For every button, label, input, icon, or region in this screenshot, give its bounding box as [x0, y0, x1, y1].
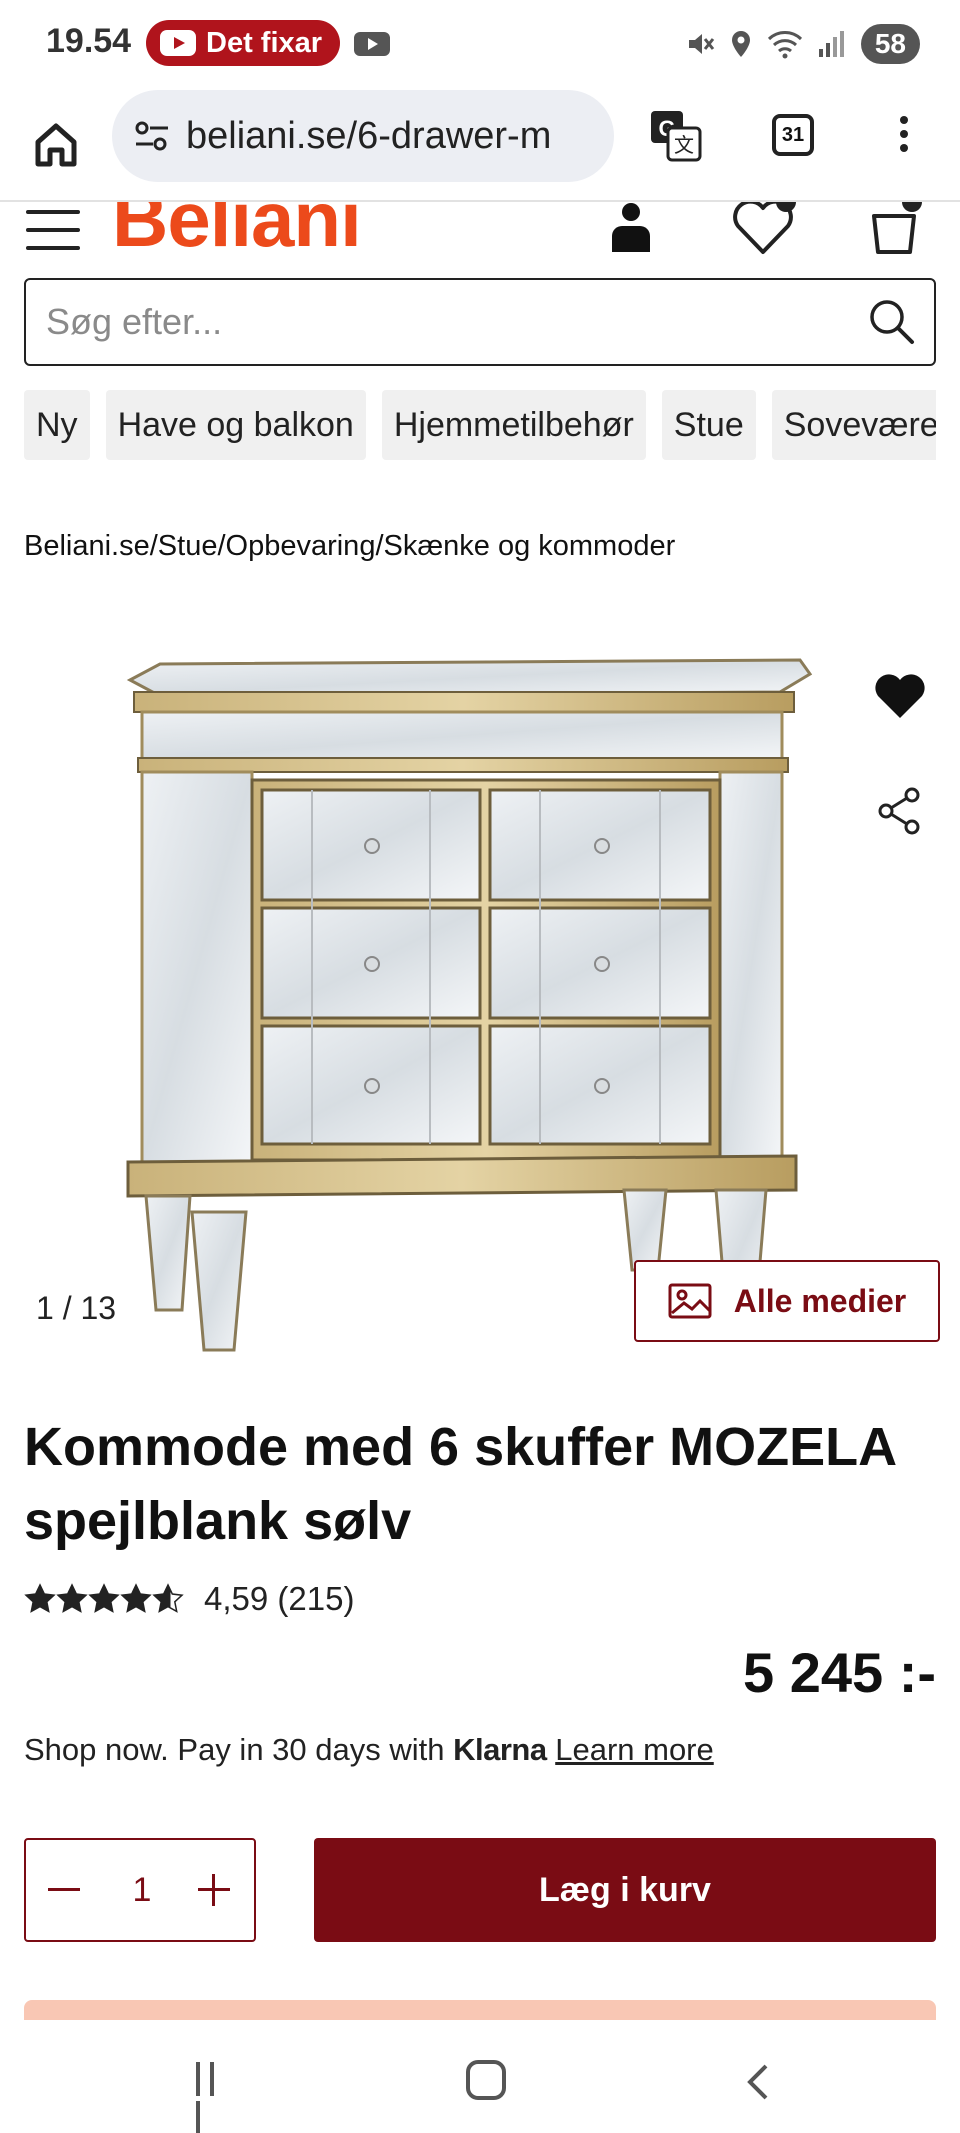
- notification-pill-label: Det fixar: [206, 26, 323, 59]
- quantity-increase-button[interactable]: [186, 1862, 242, 1918]
- product-gallery: 1 / 13 Alle medier: [0, 620, 960, 1360]
- beliani-logo[interactable]: Beliani: [112, 202, 362, 265]
- star-icon: [24, 1583, 56, 1613]
- youtube-notification-pill[interactable]: Det fixar: [146, 20, 340, 66]
- status-time: 19.54: [46, 22, 132, 60]
- search-box: [24, 278, 936, 366]
- hamburger-menu-icon[interactable]: [26, 210, 80, 250]
- star-icon: [152, 1583, 184, 1613]
- search-icon[interactable]: [866, 296, 916, 346]
- browser-toolbar: beliani.se/6-drawer-m G文 31: [0, 88, 960, 202]
- location-icon: [731, 31, 750, 57]
- cart-icon[interactable]: [866, 202, 922, 256]
- star-icon: [56, 1583, 88, 1613]
- category-chip-have-og-balkon[interactable]: Have og balkon: [105, 390, 366, 460]
- site-header: Beliani: [0, 202, 960, 278]
- mute-icon: [688, 34, 715, 54]
- url-text: beliani.se/6-drawer-m: [186, 114, 552, 157]
- rating-text: 4,59 (215): [204, 1580, 355, 1617]
- image-gallery-icon: [668, 1283, 712, 1319]
- youtube-notification-icon: [354, 32, 390, 56]
- all-media-button[interactable]: Alle medier: [634, 1260, 940, 1342]
- product-title: Kommode med 6 skuffer MOZELA spejlblank …: [24, 1417, 896, 1551]
- back-button[interactable]: [742, 2062, 772, 2102]
- breadcrumb[interactable]: Beliani.se/Stue/Opbevaring/Skænke og kom…: [24, 530, 675, 563]
- klarna-learn-more-link[interactable]: Learn more: [555, 1732, 714, 1767]
- category-chip-sovevaerelse[interactable]: Soveværelse: [771, 390, 936, 460]
- all-media-label: Alle medier: [733, 1282, 907, 1319]
- site-settings-icon[interactable]: [132, 116, 172, 156]
- quantity-decrease-button[interactable]: [38, 1862, 94, 1918]
- status-bar: 19.54 Det fixar 58: [0, 0, 960, 88]
- klarna-prefix: Shop now. Pay in 30 days with: [24, 1732, 445, 1767]
- home-icon[interactable]: [28, 116, 84, 172]
- quantity-stepper: 1: [24, 1838, 256, 1942]
- category-chip-stue[interactable]: Stue: [661, 390, 756, 460]
- status-indicators: 58: [685, 24, 920, 64]
- address-bar[interactable]: beliani.se/6-drawer-m: [112, 90, 614, 182]
- battery-indicator: 58: [860, 24, 920, 64]
- tab-switcher-button[interactable]: 31: [772, 114, 814, 156]
- category-chip-hjemmetilbehor[interactable]: Hjemmetilbehør: [381, 390, 646, 460]
- translate-icon[interactable]: G文: [648, 108, 704, 164]
- home-button[interactable]: [466, 2060, 506, 2100]
- category-chips: Ny Have og balkon Hjemmetilbehør Stue Sovevæ…: [24, 390, 936, 460]
- star-icon: [120, 1583, 152, 1613]
- klarna-logo: Klarna: [453, 1732, 547, 1767]
- wifi-icon: [767, 31, 802, 59]
- star-icon: [88, 1583, 120, 1613]
- share-icon[interactable]: [876, 786, 924, 836]
- add-to-cart-button[interactable]: Læg i kurv: [314, 1838, 936, 1942]
- category-chip-ny[interactable]: Ny: [24, 390, 90, 460]
- android-navigation-bar: [0, 2020, 960, 2133]
- product-rating[interactable]: 4,59 (215): [24, 1580, 354, 1618]
- svg-text:文: 文: [674, 133, 694, 157]
- rating-stars: [24, 1583, 184, 1615]
- favorite-heart-icon[interactable]: [872, 670, 928, 722]
- user-icon[interactable]: [606, 202, 656, 252]
- more-menu-icon[interactable]: [892, 110, 916, 166]
- youtube-icon: [160, 30, 196, 56]
- klarna-info: Shop now. Pay in 30 days with Klarna Lea…: [24, 1732, 714, 1768]
- search-input[interactable]: [46, 296, 866, 348]
- image-counter: 1 / 13: [36, 1290, 117, 1326]
- product-price: 5 245 :-: [743, 1641, 936, 1704]
- quantity-value[interactable]: 1: [106, 1862, 178, 1918]
- wishlist-heart-icon[interactable]: [730, 202, 796, 256]
- signal-icon: [818, 31, 844, 57]
- recent-apps-button[interactable]: [196, 2062, 236, 2133]
